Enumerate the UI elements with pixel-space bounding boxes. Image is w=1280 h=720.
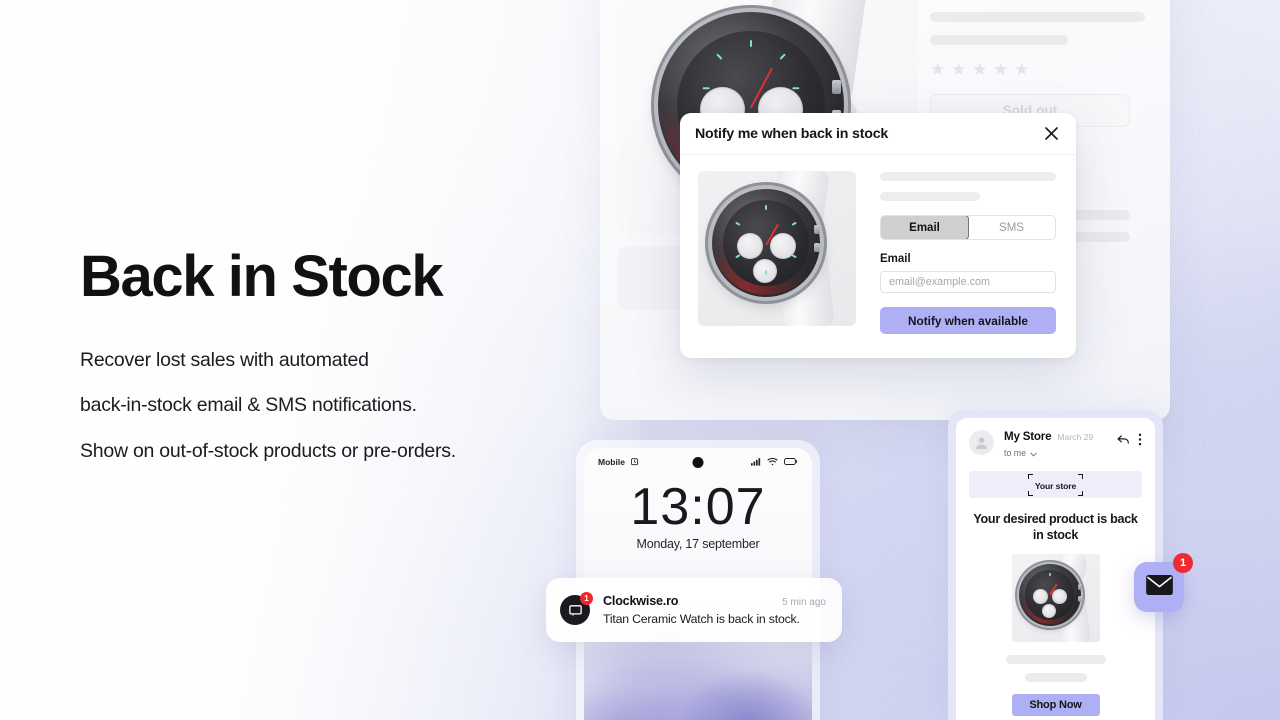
lock-screen-date: Monday, 17 september bbox=[636, 536, 760, 551]
channel-toggle-group[interactable]: Email SMS bbox=[880, 215, 1056, 240]
notify-when-available-button[interactable]: Notify when available bbox=[880, 307, 1056, 334]
shop-now-button[interactable]: Shop Now bbox=[1011, 693, 1100, 716]
modal-title: Notify me when back in stock bbox=[695, 125, 889, 142]
star-icon: ★ bbox=[951, 60, 967, 79]
email-message: My Store March 29 to me Your store Your … bbox=[956, 418, 1155, 720]
chevron-down-icon[interactable] bbox=[1030, 444, 1037, 462]
modal-subtitle-placeholder bbox=[880, 192, 980, 201]
product-info-column: ★ ★ ★ ★ ★ Sold out bbox=[930, 12, 1150, 127]
carrier-label: Mobile bbox=[598, 457, 625, 467]
camera-punch-hole bbox=[692, 457, 704, 468]
page-title: Back in Stock bbox=[80, 244, 444, 309]
notification-message: Titan Ceramic Watch is back in stock. bbox=[603, 612, 800, 626]
email-sender-name: My Store bbox=[1004, 430, 1052, 443]
mail-notification-badge[interactable]: 1 bbox=[1134, 553, 1193, 612]
star-icon: ★ bbox=[993, 60, 1009, 79]
email-sender-meta: My Store March 29 to me bbox=[1004, 430, 1117, 462]
hero-copy: Back in Stock Recover lost sales with au… bbox=[80, 244, 600, 462]
hero-line-1: Recover lost sales with automated bbox=[80, 348, 369, 371]
hero-description: Recover lost sales with automated back-i… bbox=[80, 348, 600, 462]
phone-status-bar: Mobile bbox=[584, 448, 812, 476]
email-action-buttons bbox=[1117, 430, 1142, 451]
notification-icon-wrap: 1 bbox=[560, 592, 593, 625]
email-body-placeholder bbox=[1005, 654, 1106, 664]
store-logo: Your store bbox=[1027, 473, 1084, 496]
hero-line-3: Show on out-of-stock products or pre-ord… bbox=[80, 439, 456, 462]
email-field-label: Email bbox=[880, 253, 911, 265]
product-subtitle-placeholder bbox=[930, 35, 1068, 45]
push-notification[interactable]: 1 Clockwise.ro 5 min ago Titan Ceramic W… bbox=[546, 578, 842, 642]
store-logo-label: Your store bbox=[1034, 480, 1077, 491]
rating-stars: ★ ★ ★ ★ ★ bbox=[930, 60, 1150, 79]
watch-illustration bbox=[698, 171, 856, 326]
notification-text: Clockwise.ro 5 min ago Titan Ceramic Wat… bbox=[603, 594, 826, 626]
star-icon: ★ bbox=[972, 60, 988, 79]
email-body-placeholder bbox=[1024, 672, 1087, 682]
channel-tab-email[interactable]: Email bbox=[881, 216, 969, 239]
reply-icon[interactable] bbox=[1117, 433, 1130, 451]
notification-timestamp: 5 min ago bbox=[782, 597, 826, 608]
person-avatar-icon bbox=[969, 430, 994, 455]
email-header: My Store March 29 to me bbox=[969, 430, 1142, 462]
close-icon[interactable] bbox=[1042, 125, 1060, 143]
star-icon: ★ bbox=[930, 60, 946, 79]
email-field[interactable]: email@example.com bbox=[880, 271, 1056, 293]
email-headline: Your desired product is back in stock bbox=[973, 512, 1138, 543]
email-product-image bbox=[1011, 553, 1100, 642]
watch-illustration bbox=[1012, 553, 1100, 642]
email-date: March 29 bbox=[1057, 432, 1094, 442]
wifi-icon bbox=[767, 457, 778, 468]
alarm-icon bbox=[630, 457, 639, 468]
notification-badge: 1 bbox=[580, 592, 593, 605]
modal-header: Notify me when back in stock bbox=[680, 113, 1076, 155]
modal-form: Email SMS Email email@example.com Notify… bbox=[880, 171, 1056, 334]
product-title-placeholder bbox=[930, 12, 1145, 22]
battery-icon bbox=[784, 457, 798, 468]
email-recipient: to me bbox=[1004, 448, 1027, 458]
mail-badge-count: 1 bbox=[1173, 553, 1193, 573]
channel-tab-sms[interactable]: SMS bbox=[968, 216, 1055, 239]
email-logo-banner: Your store bbox=[969, 471, 1142, 498]
promo-banner: Back in Stock Recover lost sales with au… bbox=[0, 0, 1280, 720]
back-in-stock-modal: Notify me when back in stock Email SMS E… bbox=[680, 113, 1076, 358]
modal-title-placeholder bbox=[880, 172, 1056, 181]
cellular-signal-icon bbox=[751, 457, 761, 468]
hero-line-2: back-in-stock email & SMS notifications. bbox=[80, 394, 417, 417]
modal-product-image bbox=[698, 171, 856, 326]
star-icon: ★ bbox=[1014, 60, 1030, 79]
modal-body: Email SMS Email email@example.com Notify… bbox=[680, 155, 1076, 334]
email-phone-mockup: My Store March 29 to me Your store Your … bbox=[948, 410, 1163, 720]
notification-app-name: Clockwise.ro bbox=[603, 594, 679, 608]
envelope-icon bbox=[1145, 574, 1173, 600]
more-vertical-icon[interactable] bbox=[1138, 433, 1142, 451]
lock-screen-time: 13:07 bbox=[630, 478, 766, 536]
